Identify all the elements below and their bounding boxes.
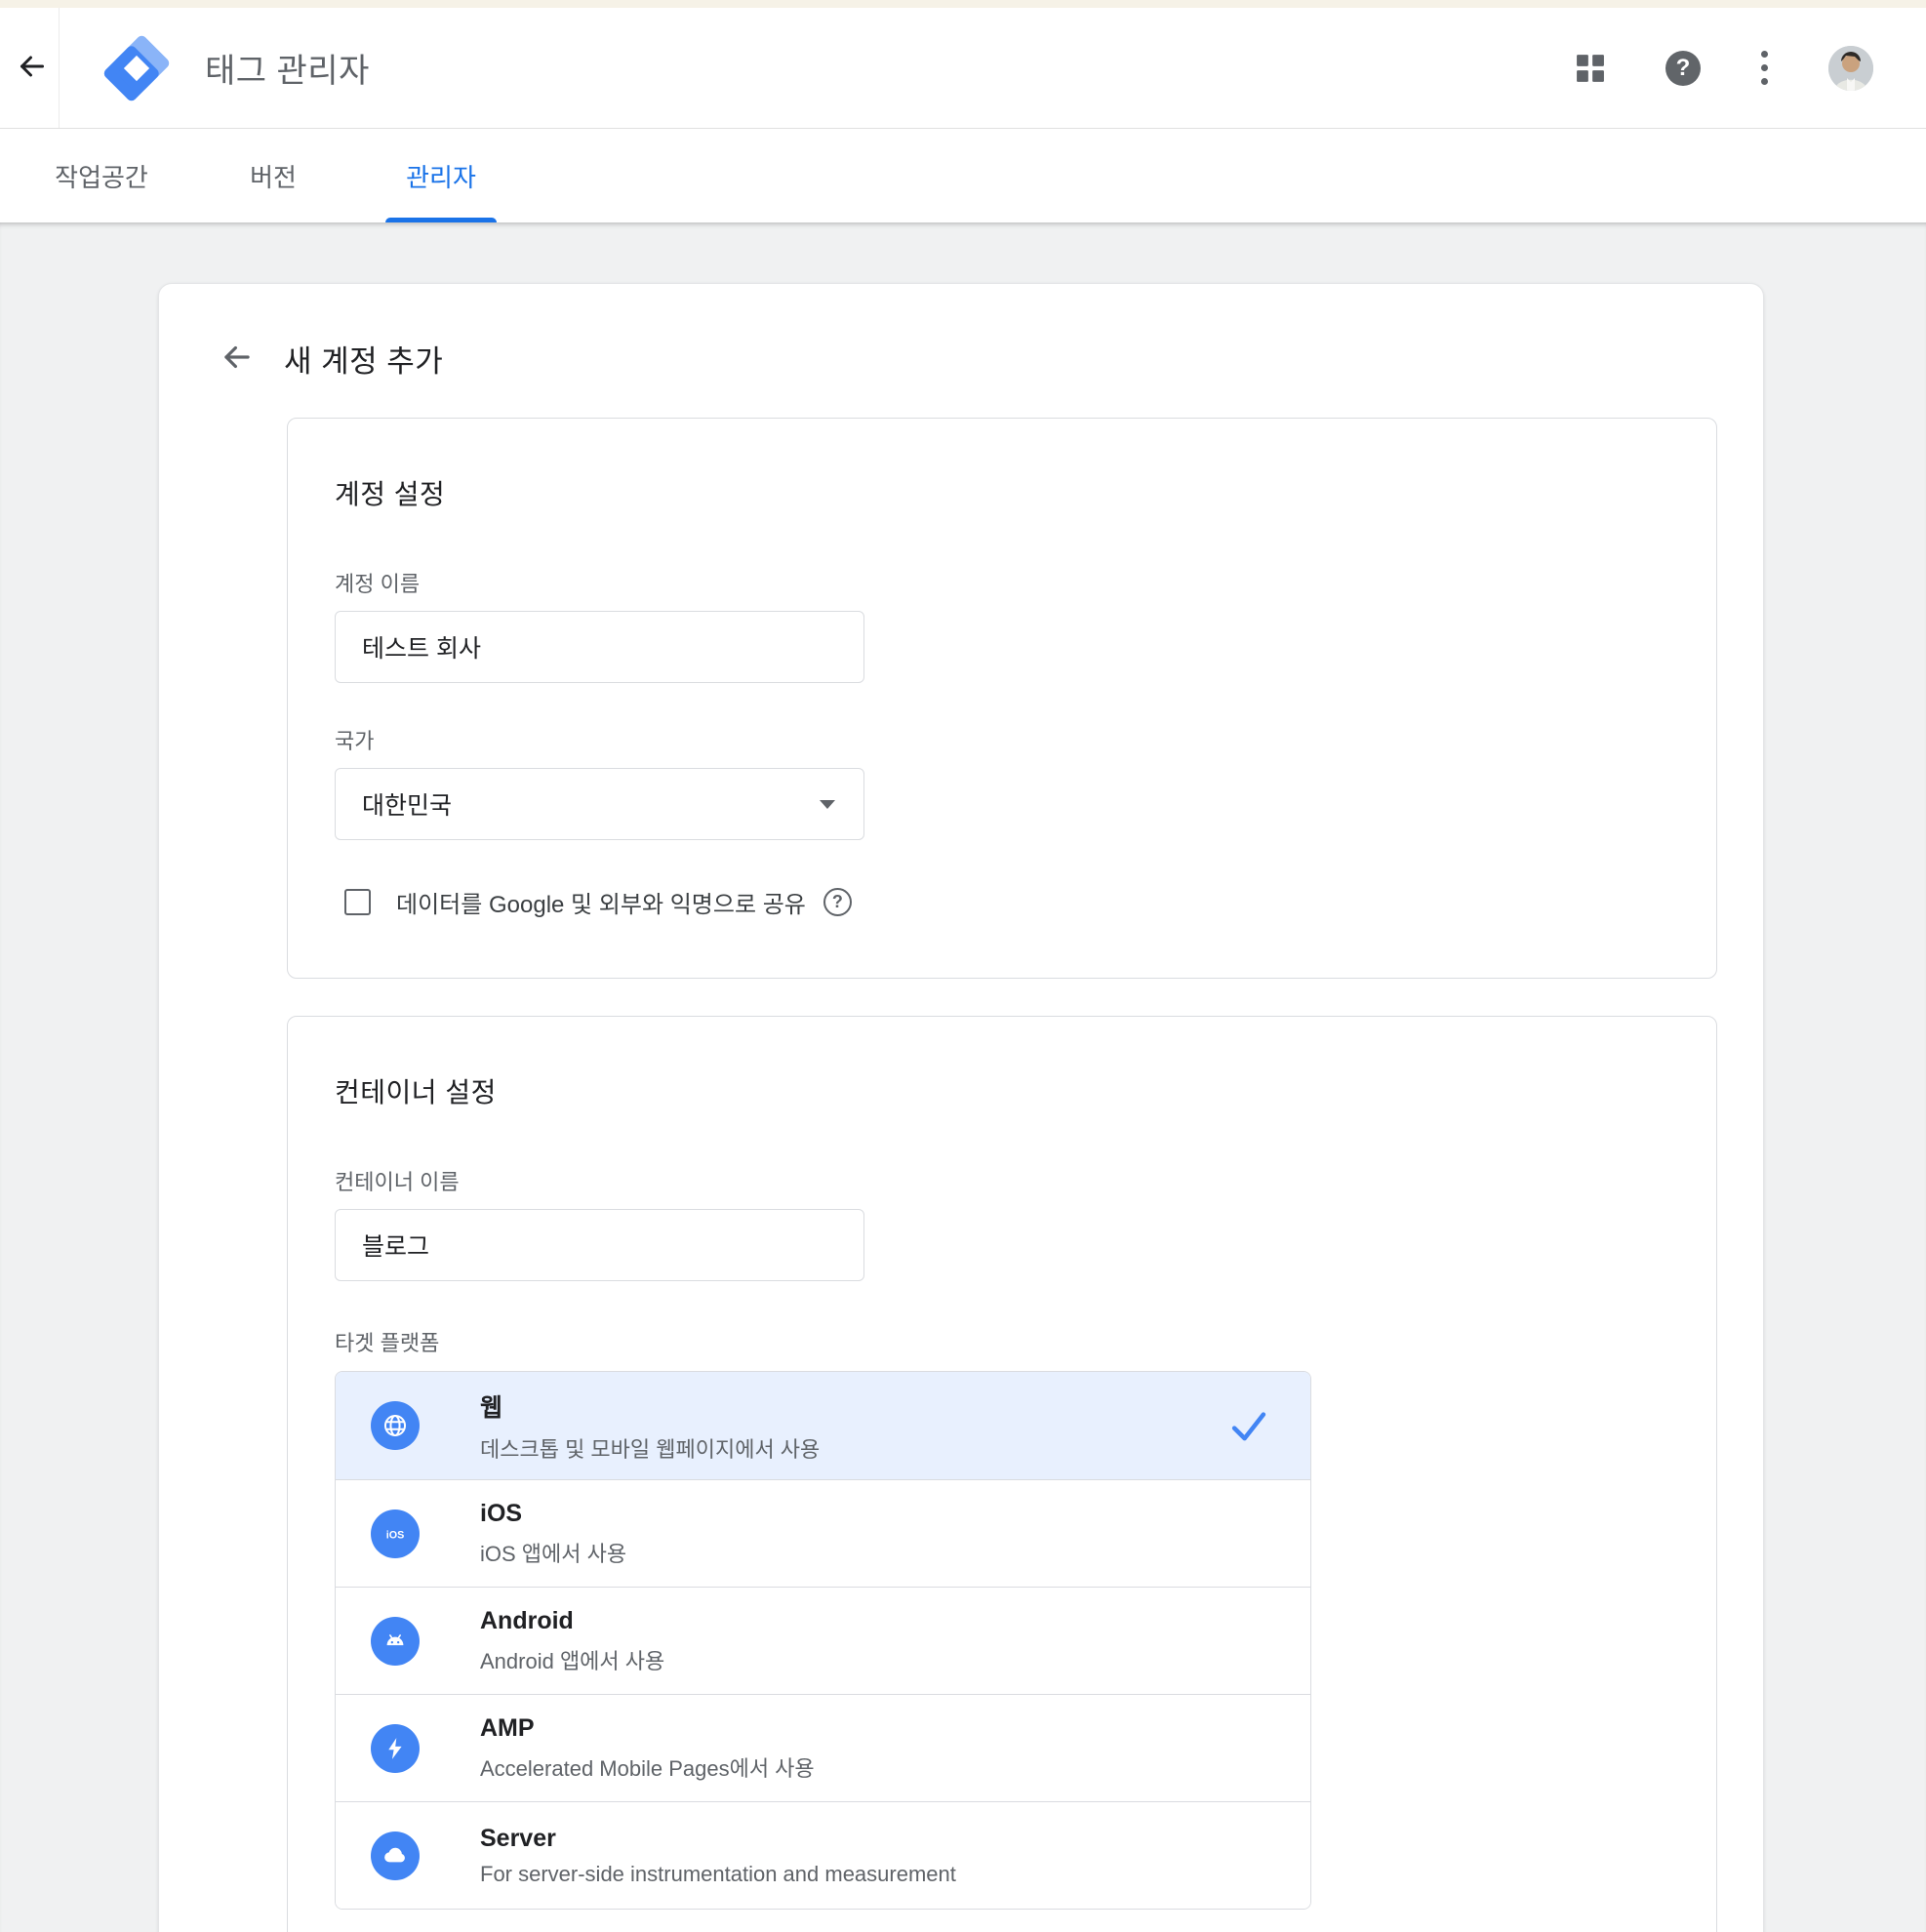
apps-grid-icon[interactable] xyxy=(1576,54,1605,83)
container-settings-heading: 컨테이너 설정 xyxy=(335,1071,1669,1110)
main-tabbar: 작업공간 버전 관리자 xyxy=(0,129,1926,222)
platform-title: Android xyxy=(480,1607,664,1635)
help-outline-icon[interactable]: ? xyxy=(823,888,852,916)
page-back-button[interactable] xyxy=(216,338,259,381)
cloud-icon xyxy=(371,1831,420,1880)
share-data-checkbox[interactable] xyxy=(344,889,371,915)
target-platform-label: 타겟 플랫폼 xyxy=(335,1326,1669,1357)
platform-row-amp[interactable]: AMP Accelerated Mobile Pages에서 사용 xyxy=(336,1694,1310,1801)
platform-subtitle: Android 앱에서 사용 xyxy=(480,1644,664,1675)
window-top-strip xyxy=(0,0,1926,8)
share-data-row: 데이터를 Google 및 외부와 익명으로 공유 ? xyxy=(335,885,1669,919)
platform-title: 웹 xyxy=(480,1389,820,1424)
page-title-row: 새 계정 추가 xyxy=(159,284,1763,381)
account-settings-heading: 계정 설정 xyxy=(335,473,1669,512)
platform-subtitle: iOS 앱에서 사용 xyxy=(480,1537,626,1568)
share-data-label: 데이터를 Google 및 외부와 익명으로 공유 xyxy=(396,885,806,919)
platform-title: Server xyxy=(480,1825,956,1853)
platform-subtitle: For server-side instrumentation and meas… xyxy=(480,1862,956,1887)
country-select[interactable]: 대한민국 xyxy=(335,768,864,840)
user-avatar[interactable] xyxy=(1828,46,1873,91)
tab-admin[interactable]: 관리자 xyxy=(368,129,514,222)
app-header: 태그 관리자 ? xyxy=(0,8,1926,129)
help-icon[interactable]: ? xyxy=(1665,51,1701,86)
platform-title: iOS xyxy=(480,1500,626,1528)
header-divider xyxy=(59,8,60,128)
platform-row-android[interactable]: Android Android 앱에서 사용 xyxy=(336,1587,1310,1694)
android-icon xyxy=(371,1617,420,1666)
amp-bolt-icon xyxy=(371,1724,420,1773)
country-label: 국가 xyxy=(335,724,1669,755)
header-actions: ? xyxy=(1576,8,1926,128)
tab-versions[interactable]: 버전 xyxy=(200,129,346,222)
target-platform-list: 웹 데스크톱 및 모바일 웹페이지에서 사용 iOS iOS iOS 앱에서 사… xyxy=(335,1371,1311,1910)
platform-subtitle: Accelerated Mobile Pages에서 사용 xyxy=(480,1751,815,1783)
platform-row-server[interactable]: Server For server-side instrumentation a… xyxy=(336,1801,1310,1909)
content-area: 새 계정 추가 계정 설정 계정 이름 국가 대한민국 데이터를 Google … xyxy=(0,222,1926,1932)
platform-row-web[interactable]: 웹 데스크톱 및 모바일 웹페이지에서 사용 xyxy=(336,1372,1310,1479)
app-title: 태그 관리자 xyxy=(205,8,370,128)
chevron-down-icon xyxy=(820,800,835,809)
header-back-button[interactable] xyxy=(8,8,57,128)
add-account-card: 새 계정 추가 계정 설정 계정 이름 국가 대한민국 데이터를 Google … xyxy=(158,283,1764,1932)
platform-subtitle: 데스크톱 및 모바일 웹페이지에서 사용 xyxy=(480,1432,820,1464)
globe-icon xyxy=(371,1401,420,1450)
svg-text:iOS: iOS xyxy=(386,1529,405,1541)
account-name-label: 계정 이름 xyxy=(335,567,1669,598)
container-settings-section: 컨테이너 설정 컨테이너 이름 타겟 플랫폼 웹 데스크톱 및 모바일 웹페이지… xyxy=(287,1016,1717,1932)
container-name-label: 컨테이너 이름 xyxy=(335,1165,1669,1196)
check-icon xyxy=(1228,1405,1269,1446)
platform-row-ios[interactable]: iOS iOS iOS 앱에서 사용 xyxy=(336,1479,1310,1587)
more-vertical-icon[interactable] xyxy=(1761,51,1768,85)
platform-title: AMP xyxy=(480,1714,815,1743)
ios-icon: iOS xyxy=(371,1509,420,1558)
tab-workspace[interactable]: 작업공간 xyxy=(28,129,175,222)
gtm-admin-screen: 태그 관리자 ? 작업공간 버전 xyxy=(0,0,1926,1932)
back-arrow-icon xyxy=(15,49,50,87)
account-name-input[interactable] xyxy=(335,611,864,683)
account-settings-section: 계정 설정 계정 이름 국가 대한민국 데이터를 Google 및 외부와 익명… xyxy=(287,418,1717,979)
gtm-logo xyxy=(96,27,178,109)
country-selected-value: 대한민국 xyxy=(362,786,452,822)
page-title: 새 계정 추가 xyxy=(284,337,443,381)
container-name-input[interactable] xyxy=(335,1209,864,1281)
back-arrow-icon xyxy=(219,339,256,379)
